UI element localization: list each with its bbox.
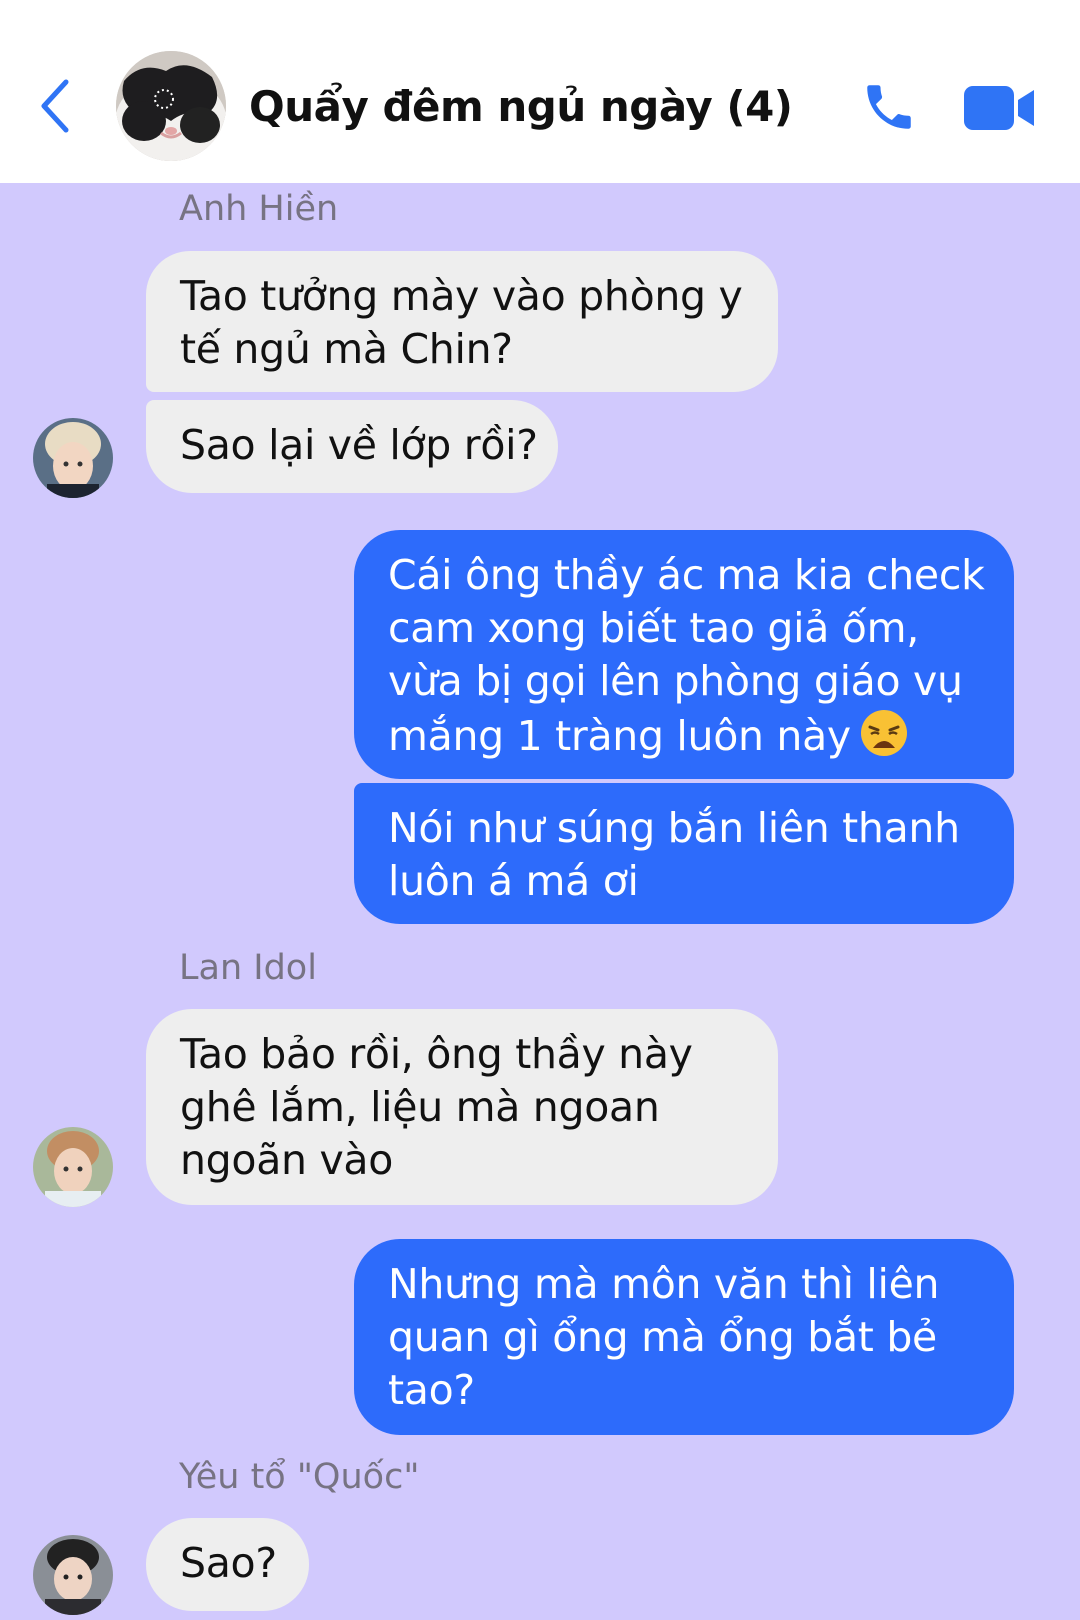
message-line: Cái ông thầy ác ma kia check	[388, 551, 985, 599]
avatar-anh-hien[interactable]	[33, 418, 113, 498]
message-line: Sao?	[180, 1539, 277, 1587]
message-line: ghê lắm, liệu mà ngoan	[180, 1083, 660, 1131]
message-line: Nhưng mà môn văn thì liên	[388, 1260, 940, 1308]
sender-name: Yêu tổ "Quốc"	[179, 1457, 420, 1497]
profile-photo	[33, 1535, 113, 1615]
message-bubble[interactable]: Sao lại về lớp rồi?	[146, 400, 558, 493]
message-line: Tao tưởng mày vào phòng y	[180, 272, 743, 320]
sender-name: Anh Hiền	[179, 189, 339, 229]
message-line: Nói như súng bắn liên thanh	[388, 804, 960, 852]
message-bubble[interactable]: Nói như súng bắn liên thanh luôn á má ơi	[354, 783, 1014, 924]
message-line: tao?	[388, 1366, 475, 1414]
chevron-left-icon	[41, 79, 69, 133]
message-bubble[interactable]: Cái ông thầy ác ma kia check cam xong bi…	[354, 530, 1014, 779]
message-line: Sao lại về lớp rồi?	[180, 421, 538, 469]
message-line: quan gì ổng mà ổng bắt bẻ	[388, 1313, 937, 1361]
message-line: vừa bị gọi lên phòng giáo vụ	[388, 657, 963, 705]
video-camera-icon	[964, 86, 1034, 130]
message-bubble[interactable]: Sao?	[146, 1518, 309, 1611]
cat-avatar-image	[116, 51, 226, 161]
avatar-yeu-to-quoc[interactable]	[33, 1535, 113, 1615]
profile-photo	[33, 1127, 113, 1207]
phone-icon	[867, 85, 911, 129]
message-line: tế ngủ mà Chin?	[180, 325, 513, 373]
weary-face-emoji-icon	[860, 710, 907, 756]
avatar-lan-idol[interactable]	[33, 1127, 113, 1207]
message-line: Tao bảo rồi, ông thầy này	[180, 1030, 693, 1078]
message-line: mắng 1 tràng luôn này	[388, 712, 851, 760]
chat-title[interactable]: Quẩy đêm ngủ ngày (4)	[249, 82, 793, 131]
message-line-with-emoji: mắng 1 tràng luôn này	[388, 708, 982, 763]
video-call-button[interactable]	[962, 84, 1036, 132]
group-avatar[interactable]	[116, 51, 226, 161]
message-bubble[interactable]: Tao tưởng mày vào phòng y tế ngủ mà Chin…	[146, 251, 778, 392]
chat-header: Quẩy đêm ngủ ngày (4)	[0, 0, 1080, 183]
message-bubble[interactable]: Nhưng mà môn văn thì liên quan gì ổng mà…	[354, 1239, 1014, 1435]
sender-name: Lan Idol	[179, 948, 317, 988]
profile-photo	[33, 418, 113, 498]
message-line: luôn á má ơi	[388, 857, 639, 905]
message-line: cam xong biết tao giả ốm,	[388, 604, 919, 652]
voice-call-button[interactable]	[860, 78, 918, 136]
back-button[interactable]	[36, 76, 76, 136]
message-bubble[interactable]: Tao bảo rồi, ông thầy này ghê lắm, liệu …	[146, 1009, 778, 1205]
message-line: ngoãn vào	[180, 1136, 394, 1184]
